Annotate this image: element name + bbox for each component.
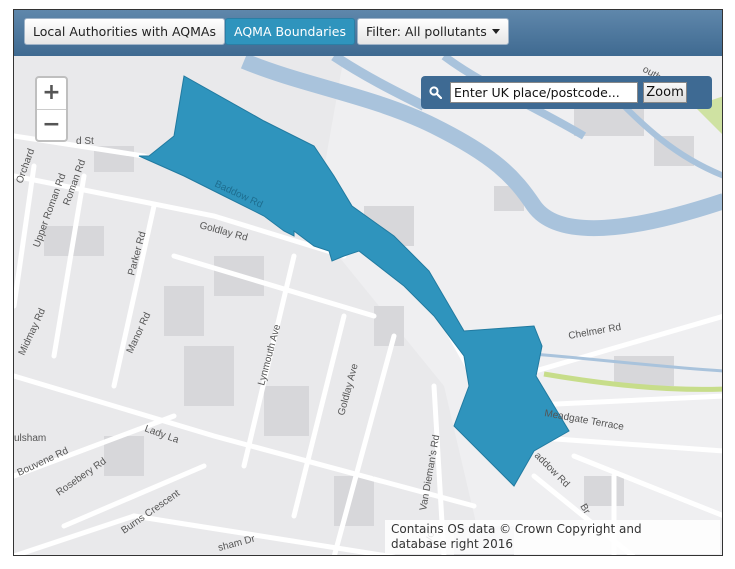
caret-down-icon [491, 29, 500, 34]
map-frame: Local Authorities with AQMAs AQMA Bounda… [13, 9, 723, 556]
local-authorities-button[interactable]: Local Authorities with AQMAs [24, 18, 225, 45]
attribution-line-1: Contains OS data © Crown Copyright and [391, 522, 642, 536]
place-search-input[interactable] [450, 82, 638, 103]
search-icon [429, 86, 442, 99]
map-canvas[interactable]: Orchard d St Upper Roman Rd Roman Rd Par… [14, 56, 722, 555]
toolbar: Local Authorities with AQMAs AQMA Bounda… [14, 10, 722, 56]
map-svg: Orchard d St Upper Roman Rd Roman Rd Par… [14, 56, 722, 555]
road-label-d-st: d St [76, 136, 94, 147]
map-attribution: Contains OS data © Crown Copyright and d… [385, 520, 720, 554]
zoom-out-button[interactable]: − [37, 110, 66, 141]
road-label-ulsham: ulsham [14, 433, 46, 444]
aqma-boundaries-button[interactable]: AQMA Boundaries [225, 18, 355, 45]
attribution-line-2: database right 2016 [391, 537, 513, 551]
zoom-go-button[interactable]: Zoom [643, 82, 687, 103]
filter-pollutants-dropdown[interactable]: Filter: All pollutants [357, 18, 509, 45]
place-search-bar: Zoom [421, 76, 712, 109]
filter-label: Filter: All pollutants [366, 24, 487, 39]
zoom-in-button[interactable]: + [37, 78, 66, 109]
zoom-control: + − [35, 76, 68, 142]
